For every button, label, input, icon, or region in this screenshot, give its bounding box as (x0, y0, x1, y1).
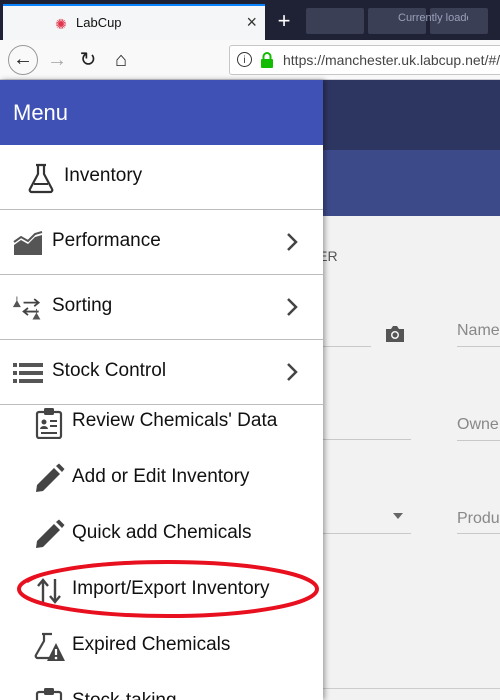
menu-item-performance[interactable]: Performance (0, 210, 323, 275)
browser-tab-background[interactable] (306, 8, 364, 34)
submenu-item-expired-chemicals[interactable]: Expired Chemicals (0, 619, 323, 675)
submenu-item-label: Add or Edit Inventory (72, 466, 250, 487)
select-underline (323, 533, 411, 534)
submenu-item-stock-taking[interactable]: Stock-taking (0, 675, 323, 700)
url-bar[interactable]: i https://manchester.uk.labcup.net/#/ (229, 45, 500, 75)
background-tab-label: Currently loaded (398, 12, 468, 24)
highlight-ellipse (17, 560, 319, 618)
dropdown-caret-icon[interactable] (393, 513, 403, 519)
menu-item-label: Sorting (52, 295, 113, 316)
area-chart-icon (13, 231, 43, 255)
content-divider (323, 688, 500, 689)
stock-list-icon (13, 363, 43, 383)
menu-item-label: Inventory (64, 165, 143, 186)
tab-title: LabCup (76, 15, 122, 30)
chevron-right-icon (287, 298, 298, 316)
camera-icon[interactable] (384, 324, 406, 344)
flask-icon (28, 163, 54, 194)
site-info-icon[interactable]: i (237, 52, 252, 67)
menu-item-label: Stock Control (52, 360, 167, 381)
owner-field-label: Owne (457, 416, 499, 433)
field-underline (457, 346, 500, 347)
clipboard-icon (35, 408, 63, 439)
producer-field-label: Produ (457, 510, 500, 527)
back-arrow-icon[interactable]: ← (8, 45, 38, 75)
reload-icon[interactable]: ↻ (73, 45, 103, 75)
sorting-icon (12, 296, 41, 320)
field-underline (323, 439, 411, 440)
submenu-item-review-chemicals-data[interactable]: Review Chemicals' Data (0, 395, 323, 451)
forward-arrow-icon[interactable]: → (42, 45, 72, 75)
browser-tab-active[interactable]: ✺ LabCup × (3, 4, 265, 40)
submenu-item-label: Expired Chemicals (72, 634, 231, 655)
pencil-icon (36, 519, 65, 548)
menu-item-inventory[interactable]: Inventory (0, 145, 323, 210)
padlock-icon (261, 52, 273, 68)
url-text: https://manchester.uk.labcup.net/#/ (283, 52, 500, 68)
browser-toolbar: ← → ↻ ⌂ i https://manchester.uk.labcup.n… (0, 40, 500, 80)
submenu-item-quick-add-chemicals[interactable]: Quick add Chemicals (0, 507, 323, 563)
pencil-icon (36, 463, 65, 492)
new-tab-button[interactable]: + (268, 6, 300, 36)
home-icon[interactable]: ⌂ (106, 45, 136, 75)
browser-tab-strip: ✺ LabCup × + Currently loaded (0, 0, 500, 40)
menu-header: Menu (0, 80, 323, 145)
chevron-right-icon (287, 233, 298, 251)
field-underline (457, 533, 500, 534)
clipboard-icon (35, 688, 63, 700)
menu-item-sorting[interactable]: Sorting (0, 275, 323, 340)
field-underline (323, 346, 371, 347)
submenu-item-label: Review Chemicals' Data (72, 410, 278, 431)
tab-close-icon[interactable]: × (246, 12, 257, 32)
submenu-item-label: Stock-taking (72, 690, 177, 700)
submenu-item-add-or-edit-inventory[interactable]: Add or Edit Inventory (0, 451, 323, 507)
expired-warning-icon (34, 632, 65, 661)
menu-title: Menu (13, 100, 69, 125)
field-underline (457, 440, 500, 441)
labcup-favicon-icon: ✺ (55, 16, 67, 32)
menu-item-label: Performance (52, 230, 161, 251)
chevron-right-icon (287, 363, 298, 381)
submenu-item-label: Quick add Chemicals (72, 522, 252, 543)
name-field-label: Name (457, 322, 500, 339)
